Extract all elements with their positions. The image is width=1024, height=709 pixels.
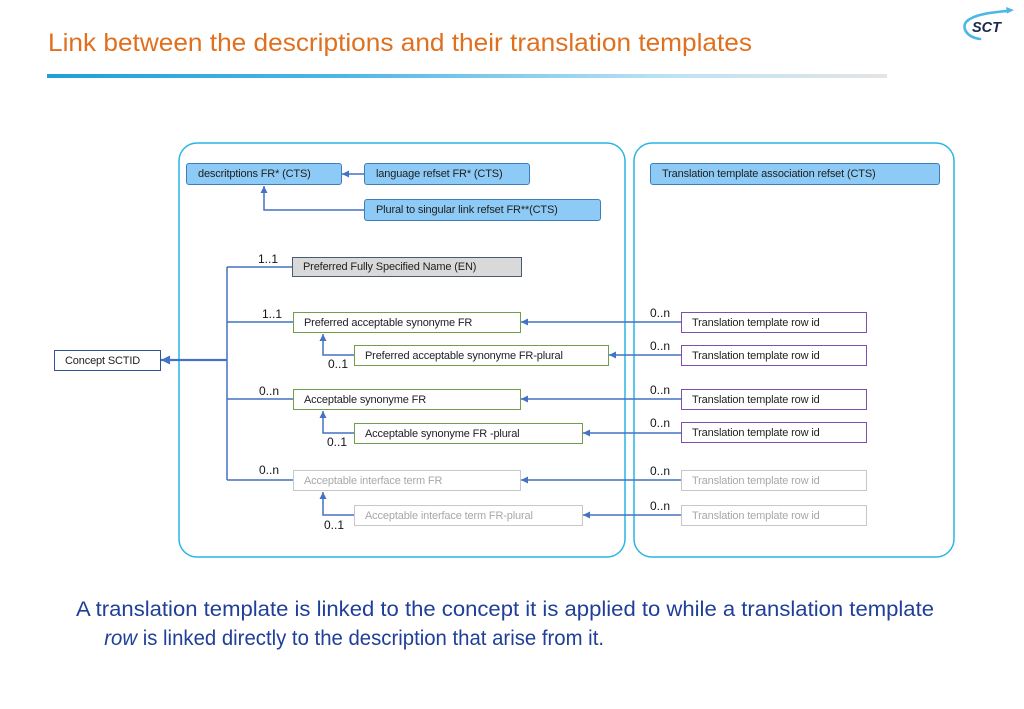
cardinality-row-4: 0..n [650, 416, 670, 430]
template-row-box-6: Translation template row id [681, 505, 867, 526]
cardinality-preferred-synonym-plural: 0..1 [328, 357, 348, 371]
template-row-box-1: Translation template row id [681, 312, 867, 333]
interface-term-box: Acceptable interface term FR [293, 470, 521, 491]
cardinality-row-3: 0..n [650, 383, 670, 397]
caption-line-1: A translation template is linked to the … [76, 598, 934, 621]
cardinality-acceptable-synonym-plural: 0..1 [327, 435, 347, 449]
page-title: Link between the descriptions and their … [48, 29, 752, 57]
cardinality-acceptable-synonym: 0..n [259, 384, 279, 398]
concept-sctid-box: Concept SCTID [54, 350, 161, 371]
caption-line-2-rest: is linked directly to the description th… [137, 627, 604, 650]
sct-logo: SCT [963, 7, 1014, 41]
association-refset-box: Translation template association refset … [650, 163, 940, 185]
language-refset-box: language refset FR* (CTS) [364, 163, 530, 185]
descriptions-refset-box: descritptions FR* (CTS) [186, 163, 342, 185]
template-row-box-5: Translation template row id [681, 470, 867, 491]
cardinality-preferred-synonym: 1..1 [262, 307, 282, 321]
acceptable-synonym-box: Acceptable synonyme FR [293, 389, 521, 410]
cardinality-row-6: 0..n [650, 499, 670, 513]
logo-arrow-icon [1006, 7, 1014, 14]
plural-link-refset-box: Plural to singular link refset FR**(CTS) [364, 199, 601, 221]
cardinality-interface-term: 0..n [259, 463, 279, 477]
cardinality-interface-term-plural: 0..1 [324, 518, 344, 532]
title-underline [47, 74, 887, 78]
plural-arrow-acceptable-synonym [319, 411, 354, 434]
cardinality-row-2: 0..n [650, 339, 670, 353]
template-row-box-4: Translation template row id [681, 422, 867, 443]
cardinality-fsn: 1..1 [258, 252, 278, 266]
fsn-box: Preferred Fully Specified Name (EN) [292, 257, 522, 277]
caption-italic-word: row [104, 627, 139, 650]
plural-arrow-preferred-synonym [319, 334, 354, 356]
preferred-synonym-box: Preferred acceptable synonyme FR [293, 312, 521, 333]
template-row-box-2: Translation template row id [681, 345, 867, 366]
cardinality-row-1: 0..n [650, 306, 670, 320]
logo-text: SCT [972, 20, 1002, 36]
caption-line-2: row is linked directly to the descriptio… [76, 627, 621, 650]
plural-arrow-interface-term [319, 492, 354, 516]
preferred-synonym-plural-box: Preferred acceptable synonyme FR-plural [354, 345, 609, 366]
interface-term-plural-box: Acceptable interface term FR-plural [354, 505, 583, 526]
template-row-box-3: Translation template row id [681, 389, 867, 410]
acceptable-synonym-plural-box: Acceptable synonyme FR -plural [354, 423, 583, 444]
plural-link-refset-arrow [260, 186, 364, 211]
cardinality-row-5: 0..n [650, 464, 670, 478]
